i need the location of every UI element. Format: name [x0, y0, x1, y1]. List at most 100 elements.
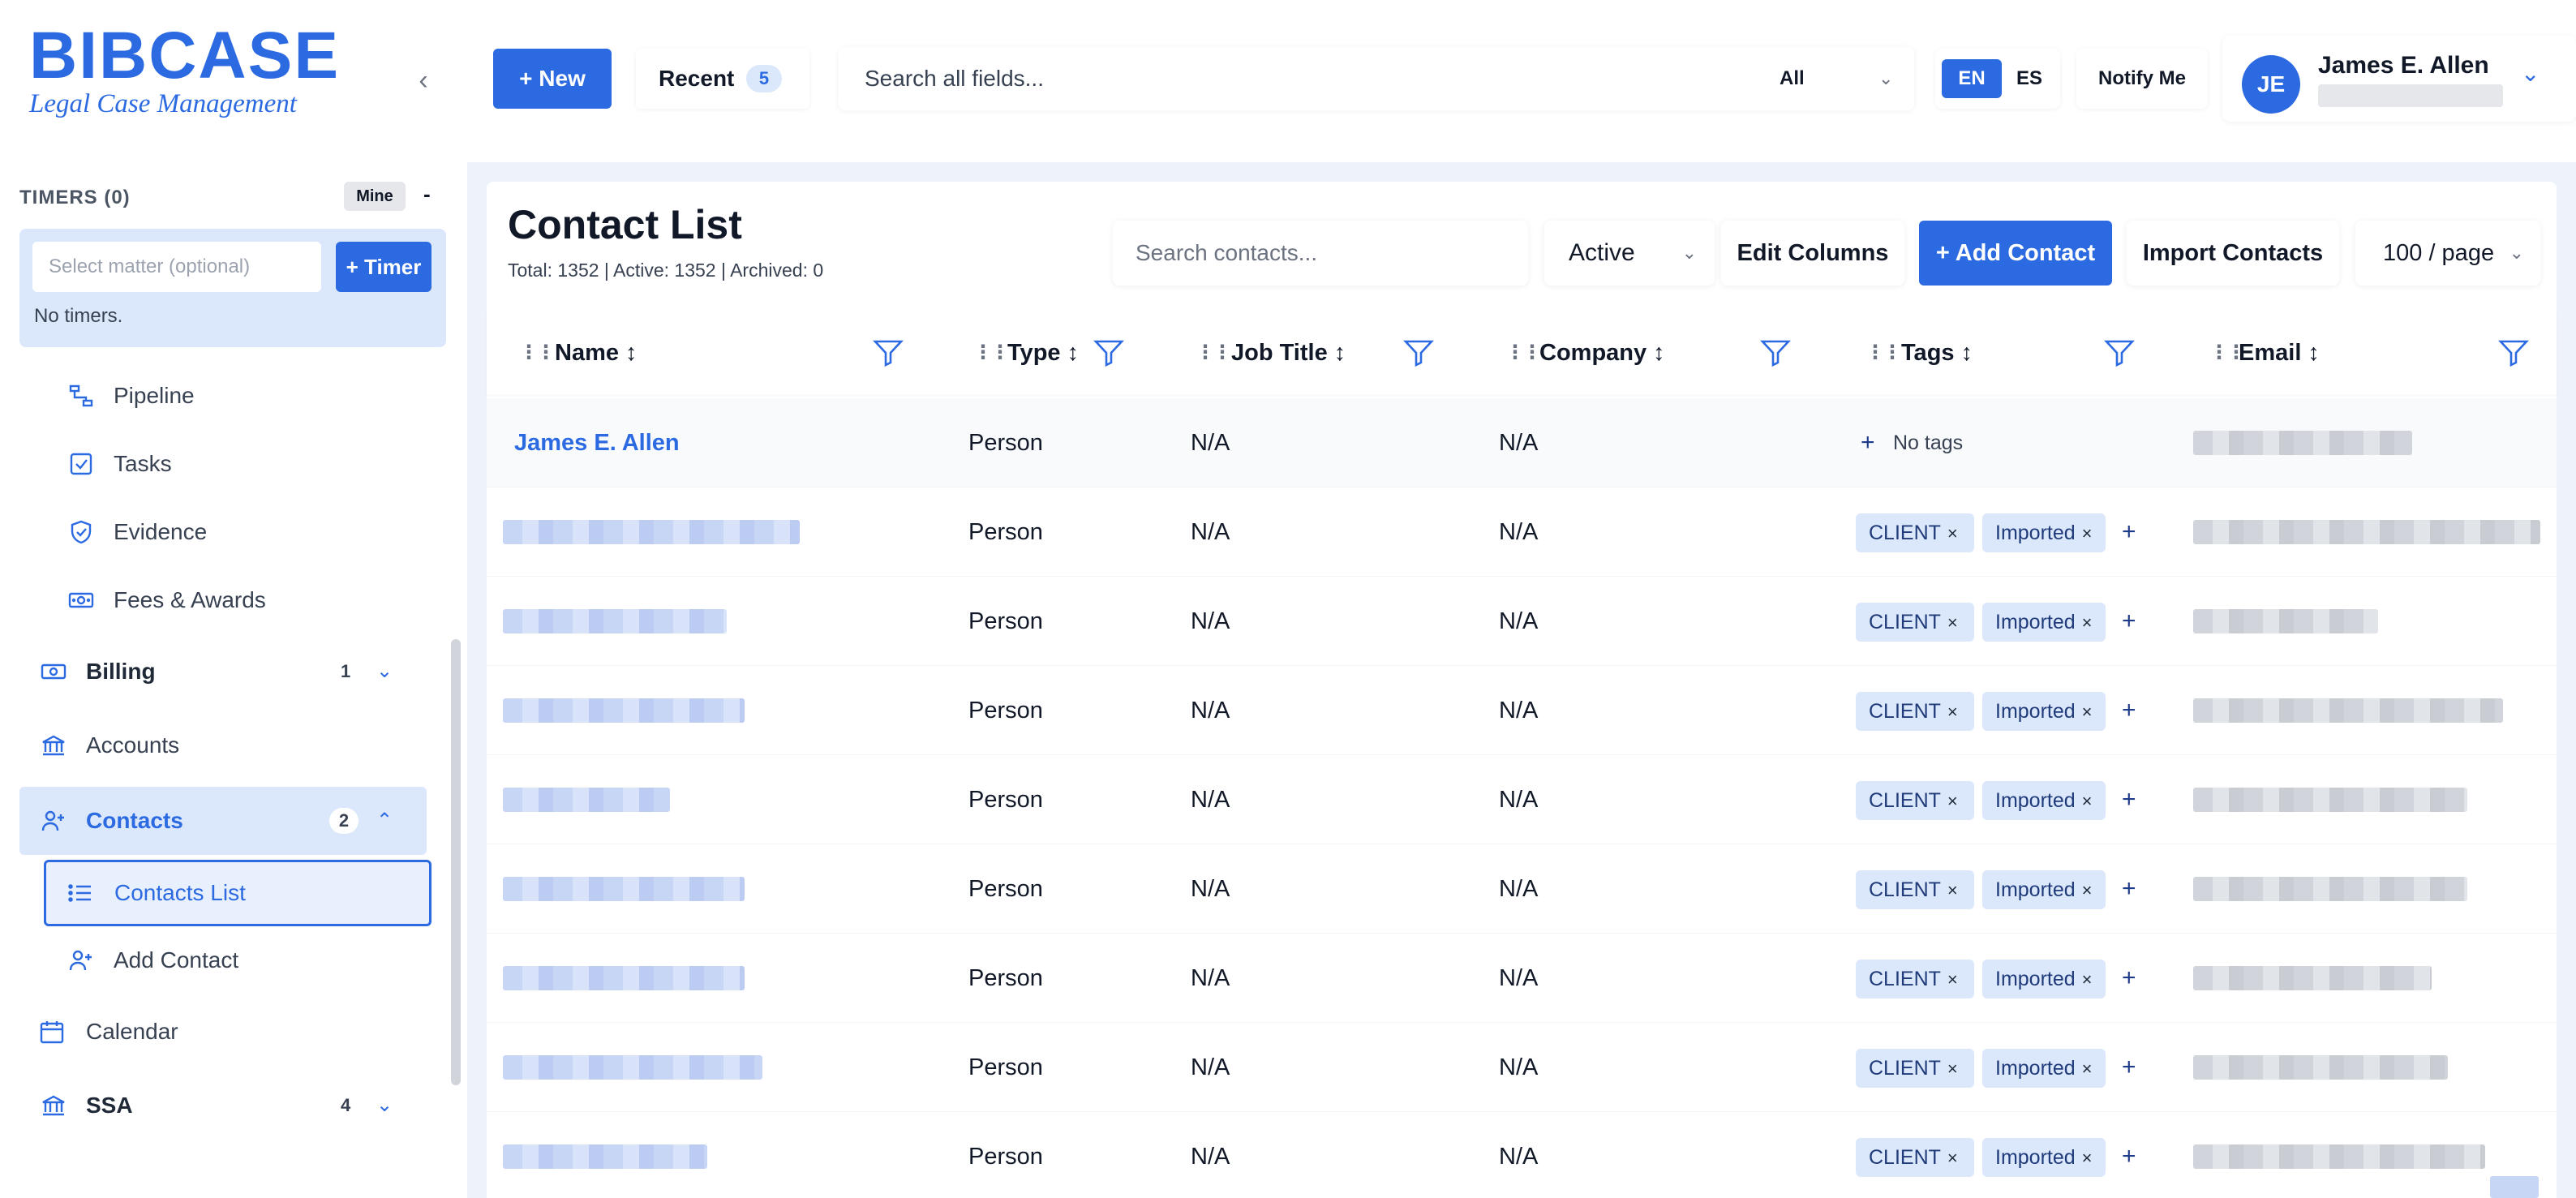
- chevron-down-icon[interactable]: ⌄: [376, 642, 393, 702]
- drag-handle-icon[interactable]: ⋮⋮: [1865, 311, 1902, 394]
- table-row[interactable]: Person N/A N/A CLIENT × Imported × +: [487, 1112, 2557, 1198]
- remove-tag-icon[interactable]: ×: [2082, 969, 2093, 990]
- add-timer-button[interactable]: + Timer: [336, 242, 431, 292]
- remove-tag-icon[interactable]: ×: [2082, 880, 2093, 900]
- contact-email-redacted[interactable]: [2193, 431, 2412, 455]
- filter-icon[interactable]: [873, 339, 904, 367]
- filter-icon[interactable]: [1403, 339, 1434, 367]
- contact-name-redacted[interactable]: [503, 788, 670, 812]
- contacts-search-input[interactable]: Search contacts...: [1113, 221, 1528, 286]
- add-tag-icon[interactable]: +: [2122, 755, 2136, 844]
- chevron-up-icon[interactable]: ⌃: [376, 787, 393, 855]
- remove-tag-icon[interactable]: ×: [1947, 612, 1958, 633]
- filter-icon[interactable]: [1760, 339, 1791, 367]
- contact-name-redacted[interactable]: [503, 520, 800, 544]
- tag-chip[interactable]: CLIENT ×: [1856, 513, 1974, 552]
- drag-handle-icon[interactable]: ⋮⋮: [1196, 311, 1232, 394]
- add-contact-button[interactable]: + Add Contact: [1919, 221, 2112, 286]
- drag-handle-icon[interactable]: ⋮⋮: [1505, 311, 1542, 394]
- tag-chip[interactable]: CLIENT ×: [1856, 870, 1974, 909]
- contact-email-redacted[interactable]: [2193, 609, 2378, 633]
- contact-email-redacted[interactable]: [2193, 520, 2540, 544]
- sidebar-item-fees-awards[interactable]: Fees & Awards: [54, 570, 427, 630]
- lang-en-button[interactable]: EN: [1942, 59, 2002, 98]
- table-row[interactable]: Person N/A N/A CLIENT × Imported × +: [487, 934, 2557, 1023]
- status-filter-select[interactable]: Active ⌄: [1544, 221, 1715, 286]
- recent-button[interactable]: Recent 5: [636, 49, 809, 109]
- contact-name-redacted[interactable]: [503, 609, 727, 633]
- table-row[interactable]: Person N/A N/A CLIENT × Imported × +: [487, 577, 2557, 666]
- remove-tag-icon[interactable]: ×: [1947, 702, 1958, 722]
- table-row[interactable]: Person N/A N/A CLIENT × Imported × +: [487, 844, 2557, 934]
- search-scope-select[interactable]: All: [1780, 47, 1805, 110]
- contact-name-redacted[interactable]: [503, 1144, 707, 1169]
- contact-name-redacted[interactable]: [503, 698, 745, 723]
- drag-handle-icon[interactable]: ⋮⋮: [519, 311, 556, 394]
- add-tag-icon[interactable]: +: [2122, 666, 2136, 755]
- tag-chip[interactable]: Imported ×: [1982, 513, 2106, 552]
- column-header-tags[interactable]: ⋮⋮ Tags ↕: [1846, 311, 2154, 394]
- sidebar-item-contacts-list[interactable]: Contacts List: [44, 860, 431, 926]
- add-tag-icon[interactable]: +: [2122, 844, 2136, 934]
- tag-chip[interactable]: CLIENT ×: [1856, 781, 1974, 820]
- page-size-select[interactable]: 100 / page ⌄: [2355, 221, 2540, 286]
- column-header-email[interactable]: ⋮⋮ Email ↕: [2190, 311, 2557, 394]
- tag-chip[interactable]: CLIENT ×: [1856, 692, 1974, 731]
- column-label[interactable]: Tags ↕: [1901, 311, 1973, 394]
- tag-chip[interactable]: Imported ×: [1982, 1049, 2106, 1088]
- table-row[interactable]: Person N/A N/A CLIENT × Imported × +: [487, 755, 2557, 844]
- table-row[interactable]: Person N/A N/A CLIENT × Imported × +: [487, 666, 2557, 755]
- table-row[interactable]: Person N/A N/A CLIENT × Imported × +: [487, 487, 2557, 577]
- remove-tag-icon[interactable]: ×: [1947, 791, 1958, 811]
- remove-tag-icon[interactable]: ×: [2082, 1148, 2093, 1168]
- matter-select[interactable]: Select matter (optional): [32, 242, 321, 292]
- add-tag-icon[interactable]: +: [2122, 934, 2136, 1023]
- column-label[interactable]: Company ↕: [1539, 311, 1665, 394]
- drag-handle-icon[interactable]: ⋮⋮: [973, 311, 1010, 394]
- add-tag-icon[interactable]: +: [2122, 1112, 2136, 1198]
- remove-tag-icon[interactable]: ×: [1947, 523, 1958, 543]
- global-search-input[interactable]: Search all fields...: [865, 47, 1044, 110]
- filter-icon[interactable]: [2498, 339, 2529, 367]
- add-tag-icon[interactable]: +: [1861, 398, 1875, 487]
- timers-collapse-button[interactable]: -: [423, 182, 431, 207]
- tag-chip[interactable]: Imported ×: [1982, 1138, 2106, 1177]
- sidebar-item-calendar[interactable]: Calendar: [19, 1002, 427, 1062]
- contact-email-redacted[interactable]: [2193, 877, 2467, 901]
- sidebar-item-accounts[interactable]: Accounts: [19, 715, 427, 775]
- sidebar-scrollbar[interactable]: [451, 639, 461, 1085]
- sidebar-group-billing[interactable]: Billing 1 ⌄: [19, 642, 427, 702]
- edit-columns-button[interactable]: Edit Columns: [1721, 221, 1904, 286]
- timers-mine-toggle[interactable]: Mine: [344, 182, 406, 211]
- sidebar-item-evidence[interactable]: Evidence: [54, 502, 427, 562]
- notify-me-button[interactable]: Notify Me: [2076, 49, 2208, 109]
- column-label[interactable]: Type ↕: [1007, 311, 1079, 394]
- column-header-company[interactable]: ⋮⋮ Company ↕: [1484, 311, 1809, 394]
- tag-chip[interactable]: CLIENT ×: [1856, 960, 1974, 998]
- lang-es-button[interactable]: ES: [2005, 59, 2054, 98]
- chevron-down-icon[interactable]: ⌄: [1878, 47, 1893, 110]
- contact-email-redacted[interactable]: [2193, 788, 2467, 812]
- table-row[interactable]: James E. Allen Person N/A N/A + No tags: [487, 398, 2557, 487]
- tag-chip[interactable]: CLIENT ×: [1856, 603, 1974, 642]
- sidebar-group-ssa[interactable]: SSA 4 ⌄: [19, 1076, 427, 1136]
- column-header-name[interactable]: ⋮⋮ Name ↕: [487, 311, 941, 394]
- contact-name-redacted[interactable]: [503, 1055, 762, 1080]
- tag-chip[interactable]: Imported ×: [1982, 692, 2106, 731]
- user-menu[interactable]: JE James E. Allen ⌄: [2222, 36, 2576, 122]
- new-button[interactable]: + New: [493, 49, 612, 109]
- remove-tag-icon[interactable]: ×: [2082, 612, 2093, 633]
- tag-chip[interactable]: Imported ×: [1982, 960, 2106, 998]
- remove-tag-icon[interactable]: ×: [2082, 702, 2093, 722]
- column-label[interactable]: Job Title ↕: [1231, 311, 1346, 394]
- tag-chip[interactable]: CLIENT ×: [1856, 1138, 1974, 1177]
- remove-tag-icon[interactable]: ×: [1947, 969, 1958, 990]
- column-label[interactable]: Email ↕: [2239, 311, 2320, 394]
- brand-logo[interactable]: BIBCASE Legal Case Management: [29, 23, 354, 136]
- contact-name-link[interactable]: James E. Allen: [514, 398, 680, 487]
- sidebar-item-tasks[interactable]: Tasks: [54, 434, 427, 494]
- column-label[interactable]: Name ↕: [555, 311, 638, 394]
- remove-tag-icon[interactable]: ×: [2082, 523, 2093, 543]
- table-row[interactable]: Person N/A N/A CLIENT × Imported × +: [487, 1023, 2557, 1112]
- remove-tag-icon[interactable]: ×: [1947, 1058, 1958, 1079]
